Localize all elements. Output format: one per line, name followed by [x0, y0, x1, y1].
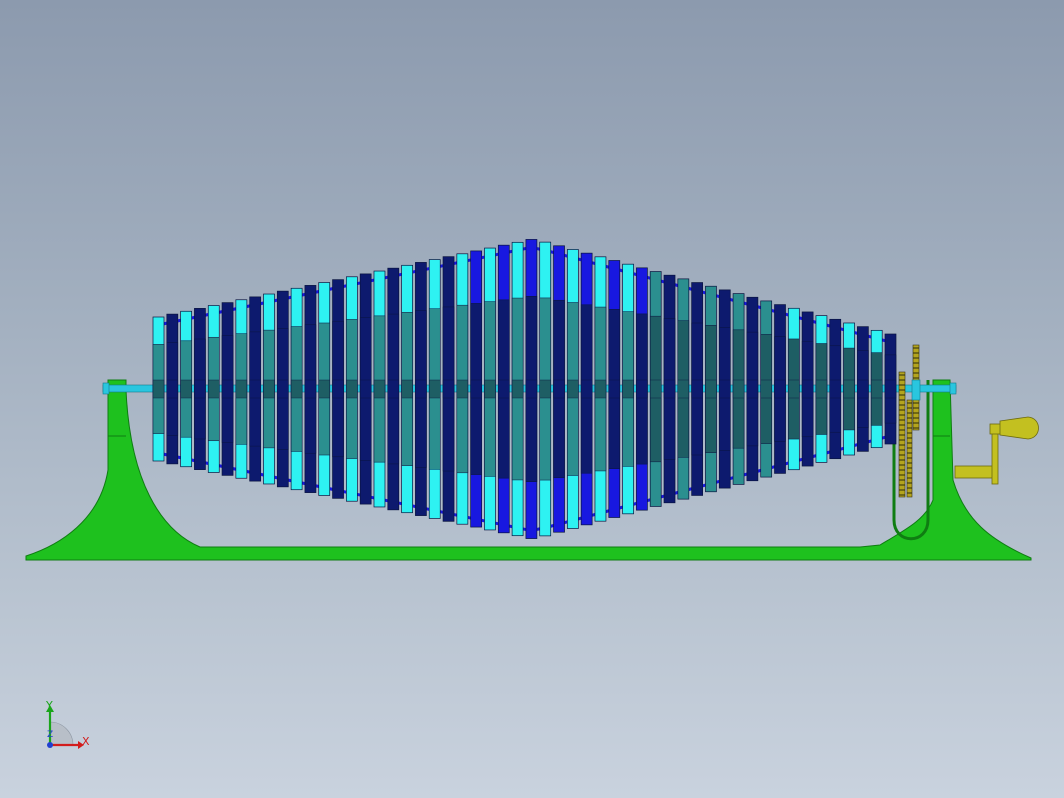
- drum-plate[interactable]: [649, 271, 662, 507]
- drum-plate[interactable]: [442, 256, 455, 522]
- drum-plate[interactable]: [732, 293, 745, 485]
- drum-plate[interactable]: [318, 282, 331, 496]
- drum-plate[interactable]: [566, 249, 579, 529]
- drum-plate[interactable]: [760, 300, 773, 478]
- drum-plate[interactable]: [774, 304, 786, 474]
- drum-plate[interactable]: [249, 296, 262, 482]
- drum-plate[interactable]: [221, 302, 234, 476]
- drum-plate[interactable]: [691, 282, 703, 496]
- drum-plate[interactable]: [263, 293, 275, 485]
- drum-plate[interactable]: [884, 333, 897, 445]
- drum-plate[interactable]: [815, 315, 828, 463]
- drum-assembly-model[interactable]: [0, 0, 1064, 798]
- drum-plate[interactable]: [235, 299, 248, 479]
- drum-plate[interactable]: [663, 274, 676, 504]
- drum-plate[interactable]: [166, 313, 179, 465]
- drum-plate[interactable]: [580, 252, 593, 526]
- drum-plate[interactable]: [470, 250, 483, 528]
- drum-plate[interactable]: [373, 270, 386, 508]
- drum-plate[interactable]: [194, 308, 206, 470]
- drum-plate[interactable]: [622, 263, 634, 515]
- crank-handle-icon[interactable]: [954, 416, 1039, 485]
- drum-plate[interactable]: [180, 310, 192, 468]
- drum-plate[interactable]: [539, 241, 552, 537]
- drum-plate[interactable]: [387, 267, 400, 511]
- drum-plate[interactable]: [801, 311, 814, 467]
- drum-plate[interactable]: [152, 316, 165, 462]
- drum-plate[interactable]: [525, 239, 538, 539]
- drum-plate[interactable]: [401, 264, 413, 514]
- cad-graphics-viewport[interactable]: X Y Z: [0, 0, 1064, 798]
- axis-z-label: Z: [47, 730, 54, 740]
- gear-icon[interactable]: [898, 344, 921, 498]
- drum-plate[interactable]: [553, 245, 565, 533]
- drum-plate[interactable]: [677, 278, 690, 500]
- drum-plate[interactable]: [705, 285, 717, 493]
- drum-plate[interactable]: [857, 326, 869, 452]
- drum-plate[interactable]: [870, 329, 883, 449]
- drum-plate[interactable]: [829, 318, 842, 460]
- drum-plate[interactable]: [746, 296, 759, 482]
- drum-plate[interactable]: [484, 247, 496, 531]
- drum-plate[interactable]: [718, 289, 731, 489]
- drum-plate[interactable]: [843, 322, 855, 456]
- drum-plate[interactable]: [415, 262, 427, 516]
- drum-plate[interactable]: [290, 287, 303, 491]
- drum-plate[interactable]: [787, 307, 800, 471]
- drum-plate[interactable]: [304, 285, 317, 493]
- drum-plate[interactable]: [636, 267, 648, 511]
- drum-plate[interactable]: [497, 244, 510, 534]
- drum-plate[interactable]: [511, 241, 524, 537]
- drum-plate[interactable]: [608, 260, 621, 518]
- drum-plate[interactable]: [346, 276, 358, 502]
- axis-y-label: Y: [46, 699, 53, 712]
- drum-plate[interactable]: [207, 305, 220, 473]
- drum-plate[interactable]: [276, 290, 289, 488]
- drum-plate[interactable]: [428, 259, 441, 519]
- drum-plate[interactable]: [359, 273, 372, 505]
- drum-plate[interactable]: [594, 256, 607, 522]
- drum-plate[interactable]: [332, 279, 344, 499]
- drum-plate[interactable]: [456, 253, 469, 525]
- axis-x-label: X: [82, 735, 90, 748]
